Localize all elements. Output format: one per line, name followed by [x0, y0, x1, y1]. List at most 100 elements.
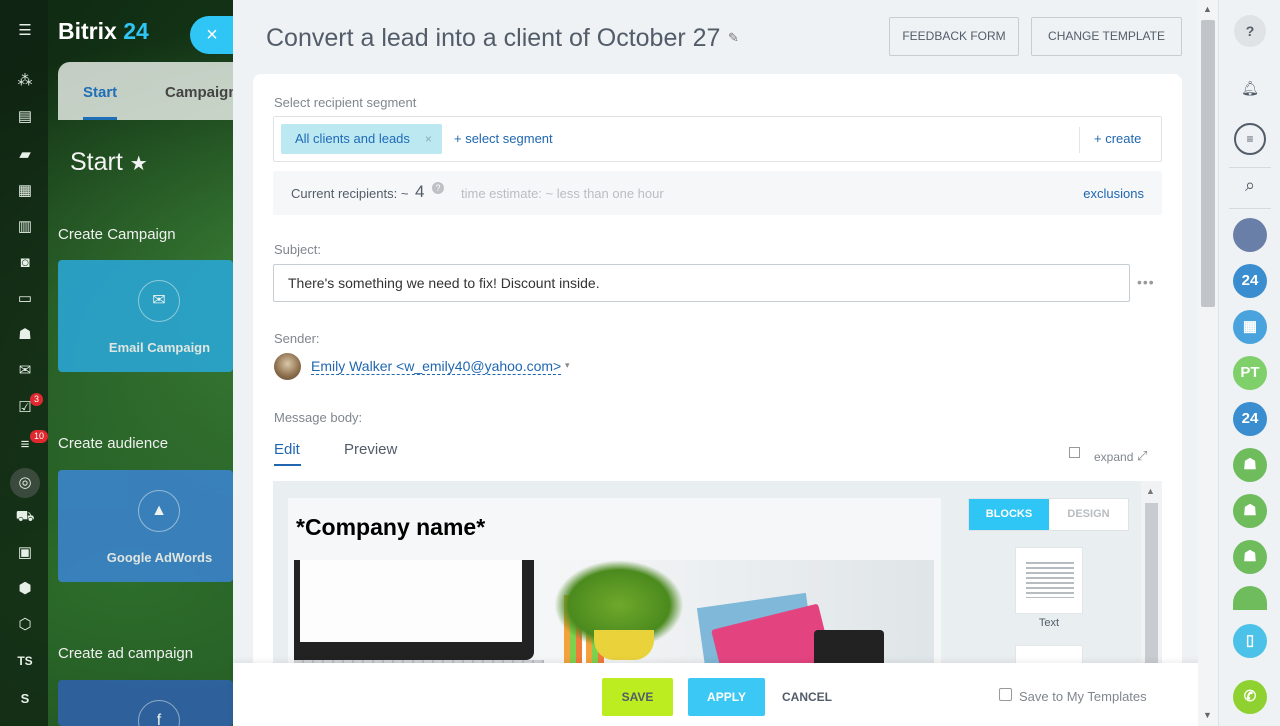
tab-blocks[interactable]: BLOCKS: [969, 499, 1049, 530]
chat-bubble-icon[interactable]: ≡: [1234, 123, 1266, 155]
bitrix-24-icon[interactable]: 24: [1233, 264, 1267, 298]
text-block[interactable]: [1015, 547, 1083, 614]
help-icon[interactable]: ?: [432, 182, 444, 194]
google-adwords-tile[interactable]: ▲ Google AdWords: [58, 470, 233, 582]
box-icon[interactable]: ⬢: [14, 578, 36, 600]
email-icon: ✉: [138, 280, 180, 322]
storage-icon[interactable]: ▭: [14, 288, 36, 310]
group-chat-icon-4[interactable]: [1233, 586, 1267, 610]
segment-chip-label: All clients and leads: [295, 131, 410, 146]
expand-icon[interactable]: ⤢: [1137, 448, 1147, 464]
apply-button[interactable]: APPLY: [688, 678, 765, 716]
tab-campaign[interactable]: Campaign: [165, 84, 238, 101]
text-block-icon: [1026, 562, 1074, 598]
close-slider-button[interactable]: ×: [190, 16, 234, 54]
phone-icon[interactable]: ✆: [1233, 680, 1267, 714]
recipients-label: Current recipients: ~: [291, 186, 409, 201]
scroll-up-icon[interactable]: ▲: [1146, 486, 1155, 496]
change-template-button[interactable]: CHANGE TEMPLATE: [1031, 17, 1182, 56]
star-icon[interactable]: ★: [130, 153, 148, 175]
footer-bar: SAVE APPLY CANCEL Save to My Templates: [233, 663, 1218, 726]
message-body-label: Message body:: [274, 410, 363, 425]
tab-preview[interactable]: Preview: [344, 441, 397, 458]
chevron-down-icon[interactable]: ▾: [565, 360, 570, 371]
group-chat-icon-3[interactable]: ☗: [1233, 540, 1267, 574]
robot-icon[interactable]: ◙: [14, 252, 36, 274]
logo-number: 24: [123, 18, 149, 44]
page-scroll-thumb[interactable]: [1201, 20, 1215, 307]
cube-icon[interactable]: ⬡: [14, 614, 36, 636]
adwords-icon: ▲: [138, 490, 180, 532]
menu-icon[interactable]: ☰: [14, 20, 36, 42]
group-chat-icon-2[interactable]: ☗: [1233, 494, 1267, 528]
create-ad-campaign-title: Create ad campaign: [58, 645, 194, 662]
create-audience-title: Create audience: [58, 435, 169, 452]
help-circle-icon[interactable]: ?: [1234, 15, 1266, 47]
bell-icon[interactable]: 🔔︎: [1234, 72, 1266, 104]
calendar-icon[interactable]: ▦: [14, 180, 36, 202]
page-scrollbar[interactable]: ▲ ▼: [1198, 0, 1218, 726]
bitrix-logo[interactable]: Bitrix 24: [58, 18, 149, 45]
copy-icon[interactable]: [1069, 447, 1080, 458]
group-chat-icon[interactable]: ☗: [1233, 448, 1267, 482]
user-photo-icon[interactable]: [1233, 218, 1267, 252]
recipients-count: 4: [415, 182, 425, 201]
facebook-tile[interactable]: f: [58, 680, 233, 726]
create-segment-link[interactable]: + create: [1094, 131, 1141, 146]
mail-icon[interactable]: ✉: [14, 360, 36, 382]
start-title-text: Start: [70, 148, 123, 176]
ts-icon[interactable]: TS: [14, 650, 36, 672]
tasks-badge: 3: [30, 393, 44, 406]
company-name-heading[interactable]: *Company name*: [296, 514, 485, 541]
campaign-editor-slider: Convert a lead into a client of October …: [233, 0, 1218, 726]
start-page-title: Start ★: [70, 148, 148, 177]
right-bar-divider: [1229, 167, 1271, 168]
target-icon[interactable]: ◎: [10, 468, 40, 498]
save-template-label[interactable]: Save to My Templates: [1019, 689, 1147, 704]
crm-icon[interactable]: ⁂: [14, 70, 36, 92]
expand-link[interactable]: expand: [1094, 450, 1133, 464]
subject-label: Subject:: [274, 242, 321, 257]
tab-start[interactable]: Start: [83, 84, 117, 101]
feedback-form-button[interactable]: FEEDBACK FORM: [889, 17, 1019, 56]
save-button[interactable]: SAVE: [602, 678, 673, 716]
remove-segment-icon[interactable]: ×: [425, 124, 432, 154]
subject-input[interactable]: There's something we need to fix! Discou…: [273, 264, 1130, 302]
sender-avatar: [274, 353, 301, 380]
chat-icon[interactable]: ▰: [14, 144, 36, 166]
more-options-icon[interactable]: •••: [1137, 274, 1155, 290]
group-icon[interactable]: ☗: [14, 324, 36, 346]
feed-icon[interactable]: ▤: [14, 106, 36, 128]
tab-design[interactable]: DESIGN: [1049, 499, 1128, 530]
bitrix-24-icon-2[interactable]: 24: [1233, 402, 1267, 436]
contact-card-icon[interactable]: ▣: [14, 542, 36, 564]
facebook-icon: f: [138, 700, 180, 726]
tab-edit[interactable]: Edit: [274, 441, 300, 458]
time-estimate: time estimate: ~ less than one hour: [461, 186, 664, 201]
scroll-up-arrow-icon[interactable]: ▲: [1203, 4, 1212, 14]
pencil-icon[interactable]: ✎: [728, 30, 739, 46]
document-icon[interactable]: ▥: [14, 216, 36, 238]
screen-share-icon[interactable]: ▯: [1233, 624, 1267, 658]
pot-image-part: [594, 630, 654, 660]
pt-avatar[interactable]: PT: [1233, 356, 1267, 390]
feed-badge: 10: [30, 430, 49, 443]
laptop-image-part: [294, 560, 534, 660]
sender-select[interactable]: Emily Walker <w_emily40@yahoo.com>: [311, 358, 562, 375]
google-adwords-label: Google AdWords: [106, 550, 213, 565]
scroll-down-arrow-icon[interactable]: ▼: [1203, 710, 1212, 720]
s-icon[interactable]: S: [14, 688, 36, 710]
segment-selector: All clients and leads × + select segment…: [273, 116, 1162, 162]
calendar-chat-icon[interactable]: ▦: [1233, 310, 1267, 344]
left-icon-bar: ☰ ⁂ ▤ ▰ ▦ ▥ ◙ ▭ ☗ ✉ ☑ 3 ≡ 10 ◎ ⛟ ▣ ⬢ ⬡ T…: [0, 0, 49, 726]
segment-chip[interactable]: All clients and leads ×: [281, 124, 442, 154]
right-bar: ? 🔔︎ ≡ ⌕ 24 ▦ PT 24 ☗ ☗ ☗ ▯ ✆: [1218, 0, 1280, 726]
save-template-checkbox[interactable]: [999, 688, 1012, 701]
tab-edit-underline: [274, 464, 301, 466]
cart-icon[interactable]: ⛟: [14, 506, 36, 528]
select-segment-link[interactable]: + select segment: [454, 131, 553, 146]
email-campaign-tile[interactable]: ✉ Email Campaign: [58, 260, 233, 372]
exclusions-link[interactable]: exclusions: [1083, 186, 1144, 201]
search-icon[interactable]: ⌕: [1234, 169, 1266, 201]
cancel-button[interactable]: CANCEL: [782, 690, 832, 704]
